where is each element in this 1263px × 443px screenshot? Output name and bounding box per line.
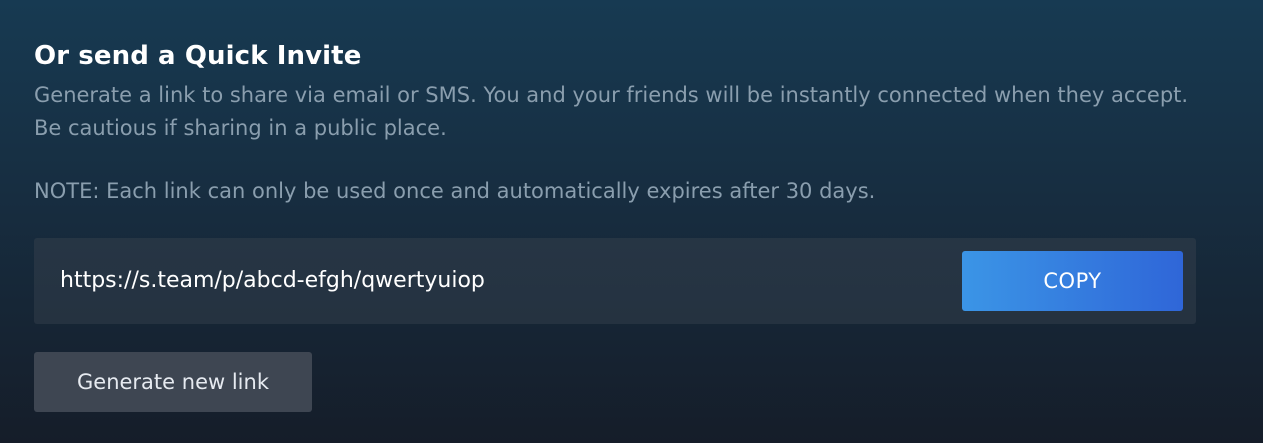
- expiry-note: NOTE: Each link can only be used once an…: [34, 179, 876, 203]
- invite-link-text[interactable]: https://s.team/p/abcd-efgh/qwertyuiop: [60, 238, 485, 324]
- copy-button[interactable]: COPY: [962, 251, 1183, 311]
- section-title: Or send a Quick Invite: [34, 41, 362, 71]
- quick-invite-section: Or send a Quick Invite Generate a link t…: [34, 38, 1196, 412]
- invite-link-box: https://s.team/p/abcd-efgh/qwertyuiop CO…: [34, 238, 1196, 324]
- generate-new-link-button[interactable]: Generate new link: [34, 352, 312, 412]
- section-description: Generate a link to share via email or SM…: [34, 83, 1189, 140]
